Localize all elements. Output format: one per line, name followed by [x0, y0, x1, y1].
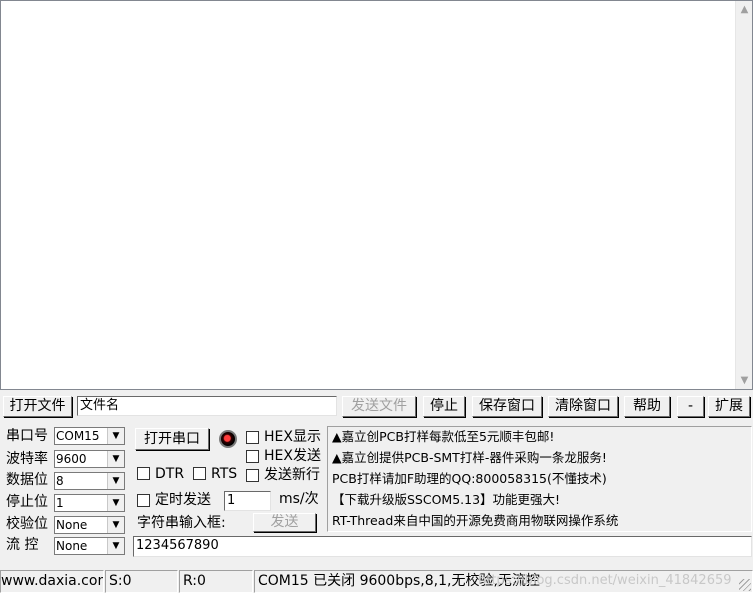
timed-send-label: 定时发送	[155, 492, 211, 508]
send-input[interactable]: 1234567890	[133, 536, 752, 557]
chevron-down-icon[interactable]: ▼	[107, 428, 124, 444]
port-value: COM15	[56, 429, 100, 443]
timed-send-checkbox[interactable]	[137, 494, 150, 507]
scroll-down-icon[interactable]: ▼	[736, 372, 753, 389]
chevron-down-icon[interactable]: ▼	[107, 517, 124, 533]
clear-window-button[interactable]: 清除窗口	[548, 396, 618, 417]
status-website[interactable]: www.daxia.com	[0, 570, 104, 593]
port-label: 串口号	[6, 428, 48, 444]
hex-send-label: HEX发送	[264, 448, 321, 464]
port-select[interactable]: COM15 ▼	[54, 427, 125, 445]
send-button[interactable]: 发送	[253, 513, 316, 532]
watermark: https://blog.csdn.net/weixin_41842659	[478, 573, 732, 588]
parity-label: 校验位	[6, 516, 48, 532]
databits-label: 数据位	[6, 472, 48, 488]
parity-select[interactable]: None ▼	[54, 516, 125, 534]
flow-select[interactable]: None ▼	[54, 537, 125, 555]
scroll-up-icon[interactable]: ▲	[736, 1, 753, 18]
databits-value: 8	[56, 474, 64, 488]
rts-label: RTS	[211, 466, 238, 482]
databits-select[interactable]: 8 ▼	[54, 472, 125, 490]
minus-button[interactable]: -	[677, 396, 704, 417]
flow-label: 流 控	[6, 537, 39, 553]
ad-line[interactable]: ▲嘉立创PCB打样每款低至5元顺丰包邮!	[332, 429, 554, 445]
chevron-down-icon[interactable]: ▼	[107, 451, 124, 467]
status-sent-count: S:0	[105, 570, 178, 593]
ad-line[interactable]: 【下载升级版SSCOM5.13】功能更强大!	[332, 492, 560, 508]
chevron-down-icon[interactable]: ▼	[107, 538, 124, 554]
stopbits-label: 停止位	[6, 494, 48, 510]
filename-field[interactable]: 文件名	[77, 396, 337, 416]
ad-line[interactable]: RT-Thread来自中国的开源免费商用物联网操作系统	[332, 513, 618, 529]
expand-button[interactable]: 扩展	[708, 396, 750, 417]
hex-display-label: HEX显示	[264, 429, 321, 445]
stop-button[interactable]: 停止	[423, 396, 465, 417]
status-received-count: R:0	[179, 570, 253, 593]
send-newline-label: 发送新行	[264, 467, 320, 483]
open-file-button[interactable]: 打开文件	[3, 396, 72, 417]
stopbits-select[interactable]: 1 ▼	[54, 494, 125, 512]
ad-panel: ▲嘉立创PCB打样每款低至5元顺丰包邮! ▲嘉立创提供PCB-SMT打样-器件采…	[327, 426, 752, 532]
send-file-button[interactable]: 发送文件	[342, 396, 416, 417]
stopbits-value: 1	[56, 496, 64, 510]
save-window-button[interactable]: 保存窗口	[472, 396, 542, 417]
port-status-led-icon	[219, 430, 237, 448]
chevron-down-icon[interactable]: ▼	[107, 495, 124, 511]
receive-textarea[interactable]: ▲ ▼	[0, 0, 753, 390]
ad-line[interactable]: ▲嘉立创提供PCB-SMT打样-器件采购一条龙服务!	[332, 450, 607, 466]
resize-grip-icon[interactable]	[739, 579, 751, 591]
baud-select[interactable]: 9600 ▼	[54, 450, 125, 468]
chevron-down-icon[interactable]: ▼	[107, 473, 124, 489]
open-port-button[interactable]: 打开串口	[135, 428, 209, 450]
hex-send-checkbox[interactable]	[246, 450, 259, 463]
parity-value: None	[56, 518, 88, 532]
receive-scrollbar[interactable]: ▲ ▼	[735, 1, 752, 389]
input-label: 字符串输入框:	[137, 515, 226, 531]
flow-value: None	[56, 539, 88, 553]
ad-line[interactable]: PCB打样请加F助理的QQ:800058315(不懂技术)	[332, 471, 607, 487]
help-button[interactable]: 帮助	[624, 396, 670, 417]
dtr-label: DTR	[155, 466, 185, 482]
rts-checkbox[interactable]	[193, 467, 206, 480]
send-newline-checkbox[interactable]	[246, 469, 259, 482]
interval-unit-label: ms/次	[279, 491, 319, 507]
baud-label: 波特率	[6, 451, 48, 467]
baud-value: 9600	[56, 452, 87, 466]
dtr-checkbox[interactable]	[137, 467, 150, 480]
hex-display-checkbox[interactable]	[246, 431, 259, 444]
interval-field[interactable]: 1	[224, 491, 271, 511]
